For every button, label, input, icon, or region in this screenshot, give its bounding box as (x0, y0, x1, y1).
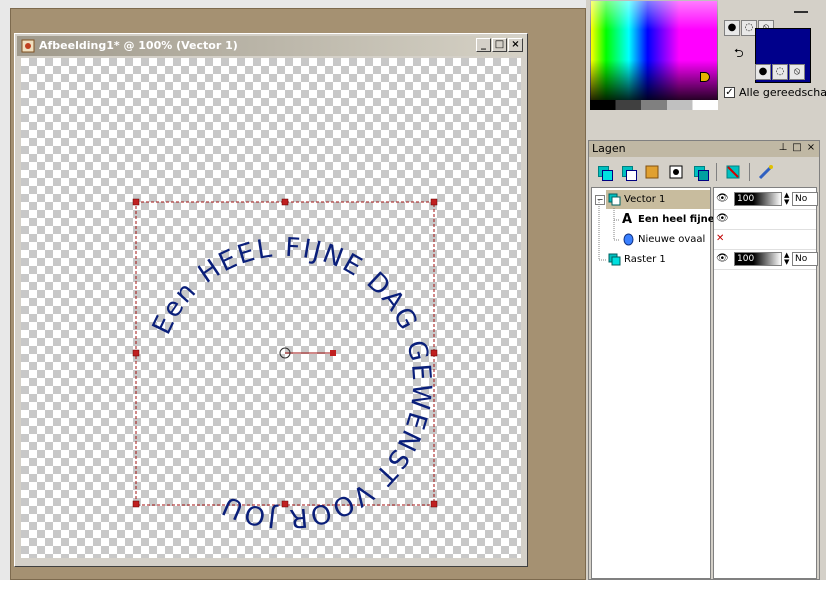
blend-mode-select[interactable]: No (792, 192, 818, 206)
new-art-media-layer-icon[interactable] (642, 162, 662, 182)
vector-selection-overlay[interactable]: Een HEEL FIJNE DAG GEWENST VOOR JOU (21, 58, 521, 558)
layer-name: Vector 1 (624, 194, 666, 205)
new-raster-layer-icon[interactable] (594, 162, 614, 182)
layers-titlebar[interactable]: Lagen ⊥ □ × (589, 141, 819, 157)
swap-colors-icon[interactable]: ⮌ (734, 44, 744, 65)
object-name: Nieuwe ovaal (638, 234, 706, 245)
layer-properties[interactable]: 👁 100 ▲ ▼ No 👁 ✕ 👁 100 ▲ ▼ No (713, 187, 818, 579)
toolbar-separator (749, 163, 750, 181)
layer-row-text-object[interactable]: A Een heel fijne (620, 210, 715, 229)
layers-title: Lagen (592, 142, 626, 155)
image-window-titlebar[interactable]: Afbeelding1* @ 100% (Vector 1) _ □ × (17, 36, 525, 56)
all-tools-checkbox[interactable]: ✓ (724, 87, 735, 98)
bg-none-icon[interactable]: ⦸ (789, 64, 805, 80)
layer-props-row: 👁 100 ▲ ▼ No (714, 190, 818, 210)
layers-list[interactable]: − Vector 1 A Een heel fijne Nieuwe ovaal… (591, 187, 715, 579)
blend-mode-select[interactable]: No (792, 252, 818, 266)
image-window[interactable]: Afbeelding1* @ 100% (Vector 1) _ □ × Een… (14, 33, 528, 567)
opacity-slider[interactable]: 100 (734, 192, 782, 206)
layers-palette[interactable]: Lagen ⊥ □ × − Vector 1 A Een heel fijne … (588, 140, 820, 580)
palette-close-icon[interactable]: × (805, 142, 817, 154)
palette-maximize-icon[interactable]: □ (791, 142, 803, 154)
new-vector-layer-icon[interactable] (618, 162, 638, 182)
pin-icon[interactable]: ⊥ (777, 142, 789, 154)
new-adjustment-layer-icon[interactable] (690, 162, 710, 182)
all-tools-label: Alle gereedschap (739, 86, 826, 99)
image-document-icon (21, 39, 35, 53)
object-props-row: ✕ (714, 230, 816, 250)
all-tools-option[interactable]: ✓ Alle gereedschap (724, 86, 826, 99)
toolbar-separator (716, 163, 717, 181)
visibility-eye-icon[interactable]: 👁 (716, 254, 730, 264)
bg-solid-icon[interactable]: ● (755, 64, 771, 80)
foreground-color-swatch[interactable] (755, 28, 811, 66)
circle-text[interactable]: Een HEEL FIJNE DAG GEWENST VOOR JOU (147, 233, 437, 534)
color-pointer-icon[interactable] (700, 72, 710, 82)
grayscale-strip[interactable] (590, 100, 718, 110)
new-mask-layer-icon[interactable] (666, 162, 686, 182)
layer-name: Raster 1 (624, 254, 666, 265)
maximize-button[interactable]: □ (492, 38, 507, 52)
visibility-eye-icon[interactable]: 👁 (716, 214, 730, 224)
bottom-strip (0, 580, 826, 591)
object-props-row: 👁 (714, 210, 816, 230)
color-spectrum-shading (590, 0, 718, 100)
bg-gradient-icon[interactable]: ◌ (772, 64, 788, 80)
image-window-title: Afbeelding1* @ 100% (Vector 1) (39, 39, 238, 52)
text-object-icon: A (622, 212, 633, 227)
layer-row-ellipse-object[interactable]: Nieuwe ovaal (620, 230, 710, 249)
rotation-handle[interactable] (330, 350, 336, 356)
hidden-eye-icon[interactable]: ✕ (716, 234, 730, 244)
opacity-spinner-icon[interactable]: ▲ ▼ (784, 252, 790, 266)
image-canvas[interactable]: Een HEEL FIJNE DAG GEWENST VOOR JOU (21, 58, 521, 558)
visibility-eye-icon[interactable]: 👁 (716, 194, 730, 204)
edit-selection-icon[interactable] (756, 162, 776, 182)
opacity-spinner-icon[interactable]: ▲ ▼ (784, 192, 790, 206)
layer-tree-lines (598, 200, 620, 261)
minimize-button[interactable]: _ (476, 38, 491, 52)
color-menu-icon[interactable] (794, 6, 808, 14)
delete-layer-icon[interactable] (723, 162, 743, 182)
object-name: Een heel fijne (638, 214, 715, 225)
opacity-slider[interactable]: 100 (734, 252, 782, 266)
solid-style-icon[interactable]: ● (724, 20, 740, 36)
layers-toolbar (589, 159, 819, 185)
layer-props-row: 👁 100 ▲ ▼ No (714, 250, 818, 270)
ellipse-object-icon (623, 233, 634, 246)
close-button[interactable]: × (508, 38, 523, 52)
